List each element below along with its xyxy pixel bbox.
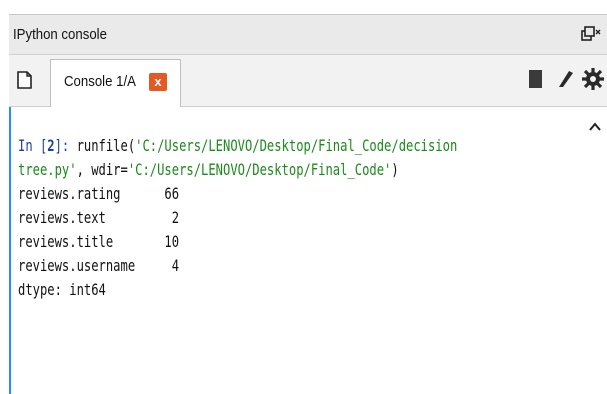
pane-titlebar: IPython console (9, 14, 607, 55)
new-console-icon[interactable] (16, 70, 34, 90)
ipython-console-pane: IPython console Console 1/A x In [2]: ru… (9, 14, 607, 394)
console-tabbar: Console 1/A x (9, 55, 607, 107)
output-row-value: 4 (171, 256, 180, 275)
brush-icon[interactable] (555, 67, 577, 91)
chevron-up-icon[interactable] (589, 119, 601, 131)
command-arg-file-cont: tree.py' (18, 160, 77, 179)
close-icon[interactable]: x (149, 73, 167, 91)
command-arg-file: 'C:/Users/LENOVO/Desktop/Final_Code/deci… (135, 136, 458, 155)
command-close: ) (391, 160, 399, 179)
output-row-key: reviews.title (18, 232, 114, 251)
command-arg-wdir: 'C:/Users/LENOVO/Desktop/Final_Code' (127, 160, 392, 179)
gear-icon[interactable] (581, 67, 607, 91)
console-toolbar (527, 67, 607, 91)
pane-title: IPython console (13, 26, 107, 43)
tab-label: Console 1/A (64, 73, 136, 90)
console-output-area[interactable]: In [2]: runfile('C:/Users/LENOVO/Desktop… (9, 107, 607, 394)
stop-icon[interactable] (529, 70, 542, 88)
input-prompt: In [2]: (18, 136, 77, 155)
output-dtype: dtype: int64 (18, 280, 106, 299)
console-text: In [2]: runfile('C:/Users/LENOVO/Desktop… (18, 134, 457, 302)
output-row-key: reviews.text (18, 208, 106, 227)
command-sep: , wdir= (76, 160, 128, 179)
output-row-value: 10 (164, 232, 180, 251)
undock-icon[interactable] (579, 24, 601, 44)
tab-console-1a[interactable]: Console 1/A x (50, 59, 181, 107)
command-call: runfile( (76, 136, 136, 155)
output-row-value: 66 (164, 184, 180, 203)
output-row-key: reviews.rating (18, 184, 121, 203)
output-row-value: 2 (171, 208, 180, 227)
output-row-key: reviews.username (18, 256, 136, 275)
